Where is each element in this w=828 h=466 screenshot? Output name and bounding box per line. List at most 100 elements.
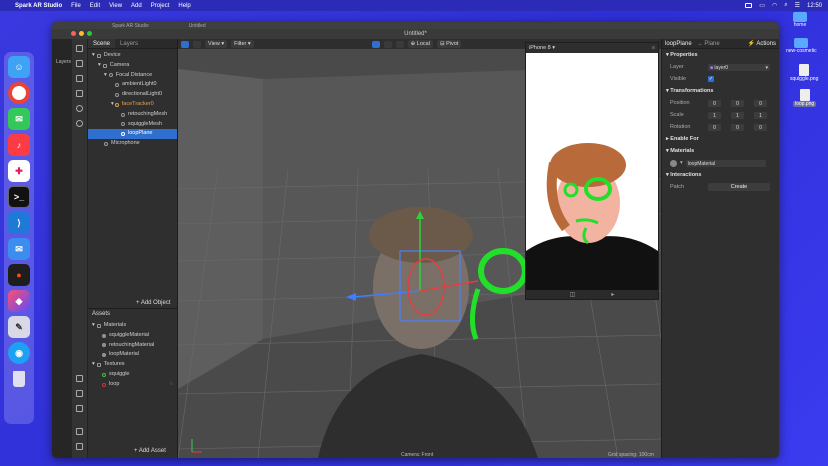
minimize-button[interactable] xyxy=(79,31,84,36)
layer-dropdown[interactable]: ■ layer0 ▾ xyxy=(708,63,770,71)
position-z-input[interactable]: 0 xyxy=(754,99,767,107)
figma-icon[interactable]: ● xyxy=(8,264,30,286)
menu-view[interactable]: View xyxy=(109,3,122,9)
asset-loop-material[interactable]: loopMaterial xyxy=(88,350,177,360)
tree-item-microphone[interactable]: Microphone xyxy=(88,139,177,149)
asset-folder-materials[interactable]: ▾ Materials xyxy=(88,321,177,331)
tree-item-squiggle-mesh[interactable]: squiggleMesh xyxy=(88,120,177,130)
rotation-y-input[interactable]: 0 xyxy=(731,123,744,131)
asset-loop-texture[interactable]: loop ◌ xyxy=(88,380,177,390)
wifi-icon[interactable]: ◠ xyxy=(772,2,777,9)
add-object-button[interactable]: + Add Object xyxy=(136,300,171,306)
scale-y-input[interactable]: 1 xyxy=(731,111,744,119)
rotation-x-input[interactable]: 0 xyxy=(708,123,721,131)
video-icon[interactable] xyxy=(76,60,83,67)
properties-section[interactable]: ▾ Properties xyxy=(662,49,779,61)
camera-snapshot-icon[interactable]: ◫ xyxy=(570,291,576,298)
spark-ar-icon[interactable]: ◆ xyxy=(8,290,30,312)
bg-tab-spark[interactable]: Spark AR Studio xyxy=(112,23,149,29)
asset-squiggle-material[interactable]: squiggleMaterial xyxy=(88,331,177,341)
tree-item-directional-light[interactable]: directionalLight0 xyxy=(88,90,177,100)
tab-layers[interactable]: Layers xyxy=(115,39,143,48)
vscode-icon[interactable]: ⟩ xyxy=(8,212,30,234)
menu-edit[interactable]: Edit xyxy=(90,3,100,9)
terminal-icon[interactable]: >_ xyxy=(8,186,30,208)
scale-tool-icon[interactable] xyxy=(395,40,404,48)
tree-item-camera[interactable]: ▾ Camera xyxy=(88,61,177,71)
add-icon[interactable] xyxy=(76,405,83,412)
tab-scene[interactable]: Scene xyxy=(88,39,116,48)
filter-dropdown[interactable]: Filter ▾ xyxy=(231,40,254,48)
clock[interactable]: 12:50 xyxy=(807,3,822,9)
menu-app-name[interactable]: Spark AR Studio xyxy=(15,3,62,9)
move-tool-icon[interactable] xyxy=(371,40,380,48)
messages-icon[interactable]: ✉ xyxy=(8,108,30,130)
layers-icon[interactable] xyxy=(76,75,83,82)
scene-viewport[interactable]: View ▾ Filter ▾ ⊕ Local ⊟ Pivot Camera: … xyxy=(178,39,661,458)
local-toggle[interactable]: ⊕ Local xyxy=(407,40,433,48)
desktop-squiggle-file[interactable]: squiggle.png xyxy=(790,64,818,82)
control-center-icon[interactable]: ☰ xyxy=(795,2,800,9)
tree-item-focal-distance[interactable]: ▾ Focal Distance xyxy=(88,71,177,81)
finder-icon[interactable]: ☺ xyxy=(8,56,30,78)
tree-item-loop-plane[interactable]: loopPlane xyxy=(88,129,177,140)
scale-z-input[interactable]: 1 xyxy=(754,111,767,119)
interactions-section[interactable]: ▾ Interactions xyxy=(662,169,779,181)
desktop-home-folder[interactable]: home xyxy=(793,12,807,28)
materials-section[interactable]: ▾ Materials xyxy=(662,145,779,157)
tweetbot-icon[interactable]: ◉ xyxy=(8,342,30,364)
layers-strip-label[interactable]: Layers xyxy=(56,59,72,65)
material-dropdown-chevron-icon[interactable]: ▾ xyxy=(680,160,683,166)
slack-icon[interactable]: ✚ xyxy=(8,160,30,182)
music-icon[interactable]: ♪ xyxy=(8,134,30,156)
scene-panel-icon[interactable] xyxy=(76,45,83,52)
close-button[interactable] xyxy=(71,31,76,36)
view-dropdown[interactable]: View ▾ xyxy=(205,40,228,48)
asset-retouching-material[interactable]: retouchingMaterial xyxy=(88,341,177,351)
trash-icon[interactable] xyxy=(8,368,30,390)
menu-project[interactable]: Project xyxy=(151,3,170,9)
device-selector[interactable]: iPhone 8 ▾ xyxy=(529,45,555,51)
layout-single-icon[interactable] xyxy=(193,40,201,48)
search-icon[interactable]: ⌕ xyxy=(784,2,787,9)
rotate-tool-icon[interactable] xyxy=(383,40,392,48)
tree-item-ambient-light[interactable]: ambientLight0 xyxy=(88,80,177,90)
console-icon[interactable] xyxy=(76,443,83,450)
chrome-icon[interactable] xyxy=(8,82,30,104)
screen-icon[interactable] xyxy=(745,3,753,8)
simulator-menu-icon[interactable]: ≡ xyxy=(652,45,655,51)
pivot-toggle[interactable]: ⊟ Pivot xyxy=(436,40,462,48)
material-field[interactable]: loopMaterial xyxy=(685,159,766,167)
add-asset-button[interactable]: + Add Asset xyxy=(134,448,166,454)
desktop-new-cosmetic-folder[interactable]: new-cosmetic xyxy=(786,38,817,54)
menu-file[interactable]: File xyxy=(71,3,81,9)
tree-item-retouching-mesh[interactable]: retouchingMesh xyxy=(88,110,177,120)
export-icon[interactable] xyxy=(76,375,83,382)
square-icon[interactable] xyxy=(76,90,83,97)
share-icon[interactable] xyxy=(76,390,83,397)
refresh-icon[interactable] xyxy=(76,105,83,112)
desktop-loop-file[interactable]: loop.png xyxy=(793,89,817,107)
mail-icon[interactable]: ✉ xyxy=(8,238,30,260)
zoom-icon[interactable] xyxy=(76,120,83,127)
zoom-button[interactable] xyxy=(87,31,92,36)
menu-help[interactable]: Help xyxy=(178,3,190,9)
tree-item-face-tracker[interactable]: ▾ faceTracker0 xyxy=(88,100,177,110)
list-icon[interactable] xyxy=(76,428,83,435)
bg-tab-untitled[interactable]: Untitled xyxy=(189,23,206,29)
paint-icon[interactable]: ✎ xyxy=(8,316,30,338)
scale-x-input[interactable]: 1 xyxy=(708,111,721,119)
tree-item-device[interactable]: ▾ Device xyxy=(88,51,177,61)
position-x-input[interactable]: 0 xyxy=(708,99,721,107)
position-y-input[interactable]: 0 xyxy=(731,99,744,107)
transformations-section[interactable]: ▾ Transformations xyxy=(662,85,779,97)
record-icon[interactable]: ▸ xyxy=(611,291,614,298)
asset-squiggle-texture[interactable]: squiggle xyxy=(88,370,177,380)
enable-for-section[interactable]: ▸ Enable For xyxy=(662,133,779,145)
asset-folder-textures[interactable]: ▾ Textures xyxy=(88,360,177,370)
layout-split-icon[interactable] xyxy=(181,40,189,48)
rotation-z-input[interactable]: 0 xyxy=(754,123,767,131)
visible-checkbox[interactable]: ✓ xyxy=(708,76,714,82)
simulator-screen[interactable] xyxy=(526,53,658,291)
actions-button[interactable]: ⚡ Actions xyxy=(748,40,777,47)
